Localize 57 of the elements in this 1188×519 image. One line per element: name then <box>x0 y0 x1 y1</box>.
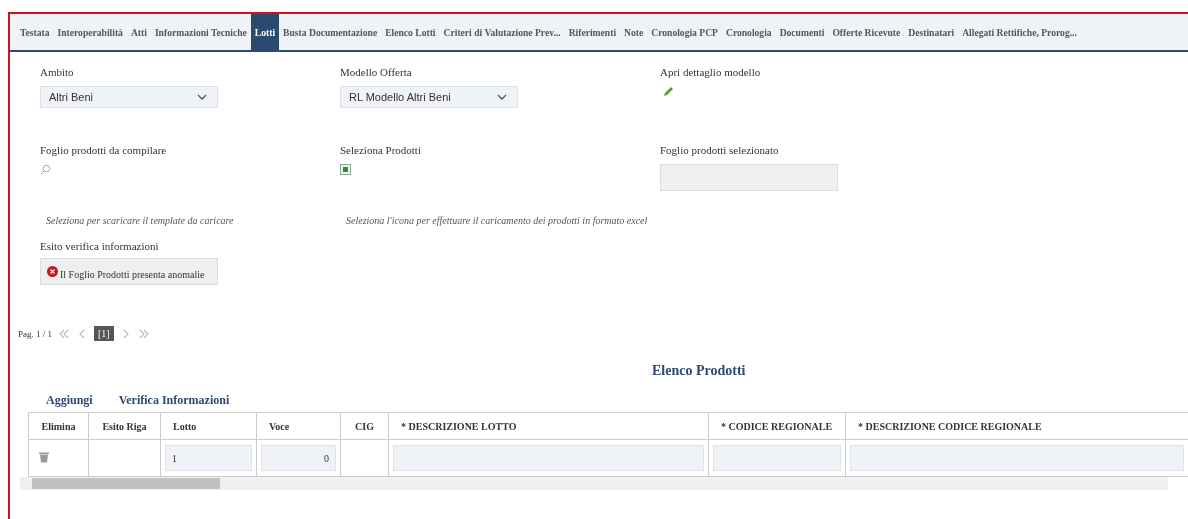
table-input[interactable]: 1 <box>165 445 252 471</box>
field-label: Esito verifica informazioni <box>40 240 160 252</box>
field-label: Foglio prodotti selezionato <box>660 144 780 156</box>
action-link[interactable]: Aggiungi <box>46 393 93 408</box>
tab[interactable]: Lotti <box>250 14 280 50</box>
column-header: Esito Riga <box>88 412 161 440</box>
tab[interactable]: Riferimenti <box>564 14 621 50</box>
tab[interactable]: Interoperabilità <box>53 14 127 50</box>
tab[interactable]: Elenco Lotti <box>381 14 440 50</box>
first-page-icon[interactable] <box>58 328 70 339</box>
horizontal-scrollbar[interactable] <box>20 477 1168 490</box>
input-field[interactable] <box>660 164 838 191</box>
field-label: Apri dettaglio modello <box>660 66 762 78</box>
tab[interactable]: Documenti <box>775 14 829 50</box>
section-title: Elenco Prodotti <box>651 363 747 379</box>
pencil-icon[interactable] <box>662 86 674 98</box>
tab[interactable]: Busta Documentazione <box>279 14 382 50</box>
field-label: Modello Offerta <box>340 66 413 78</box>
tab[interactable]: Note <box>620 14 648 50</box>
column-header: Lotto <box>160 412 257 440</box>
error-icon <box>47 266 58 277</box>
status-message: Il Foglio Prodotti presenta anomalie <box>60 269 205 280</box>
table-input[interactable]: 0 <box>261 445 336 471</box>
dropdown[interactable]: Altri Beni <box>40 86 218 108</box>
tab[interactable]: Offerte Ricevute <box>828 14 905 50</box>
column-header: * DESCRIZIONE LOTTO <box>388 412 709 440</box>
chevron-down-icon <box>197 94 207 100</box>
table-input[interactable] <box>393 445 704 471</box>
page-label: Pag. 1 / 1 <box>18 328 52 339</box>
current-page[interactable]: [1] <box>94 326 114 341</box>
tab[interactable]: Testata <box>16 14 54 50</box>
chevron-down-icon <box>497 94 507 100</box>
trash-icon[interactable] <box>39 451 49 463</box>
column-header: * DESCRIZIONE CODICE REGIONALE <box>845 412 1188 440</box>
tab[interactable]: Cronologia PCP <box>647 14 722 50</box>
column-header: CIG <box>340 412 389 440</box>
table-input[interactable] <box>850 445 1184 471</box>
tab[interactable]: Criteri di Valutazione Prev... <box>439 14 565 50</box>
hint-text: Seleziona per scaricare il template da caricare <box>45 215 234 226</box>
dropdown[interactable]: RL Modello Altri Beni <box>340 86 518 108</box>
last-page-icon[interactable] <box>137 328 150 339</box>
spreadsheet-icon[interactable] <box>340 164 351 175</box>
action-link[interactable]: Verifica Informazioni <box>118 393 230 408</box>
column-header: Elimina <box>28 412 89 440</box>
field-label: Foglio prodotti da compilare <box>40 144 168 156</box>
field-label: Ambito <box>40 66 75 78</box>
tab[interactable]: Atti <box>126 14 151 50</box>
tab[interactable]: Cronologia <box>721 14 776 50</box>
column-header: * CODICE REGIONALE <box>708 412 846 440</box>
column-header: Voce <box>256 412 341 440</box>
tab[interactable]: Allegati Rettifiche, Prorog... <box>958 14 1081 50</box>
tab[interactable]: Destinatari <box>904 14 959 50</box>
field-label: Seleziona Prodotti <box>340 144 422 156</box>
search-icon[interactable] <box>40 164 51 175</box>
tab[interactable]: Informazioni Tecniche <box>150 14 251 50</box>
table-input[interactable] <box>713 445 841 471</box>
hint-text: Seleziona l'icona per effettuare il caricamento dei prodotti in formato excel <box>345 215 648 226</box>
